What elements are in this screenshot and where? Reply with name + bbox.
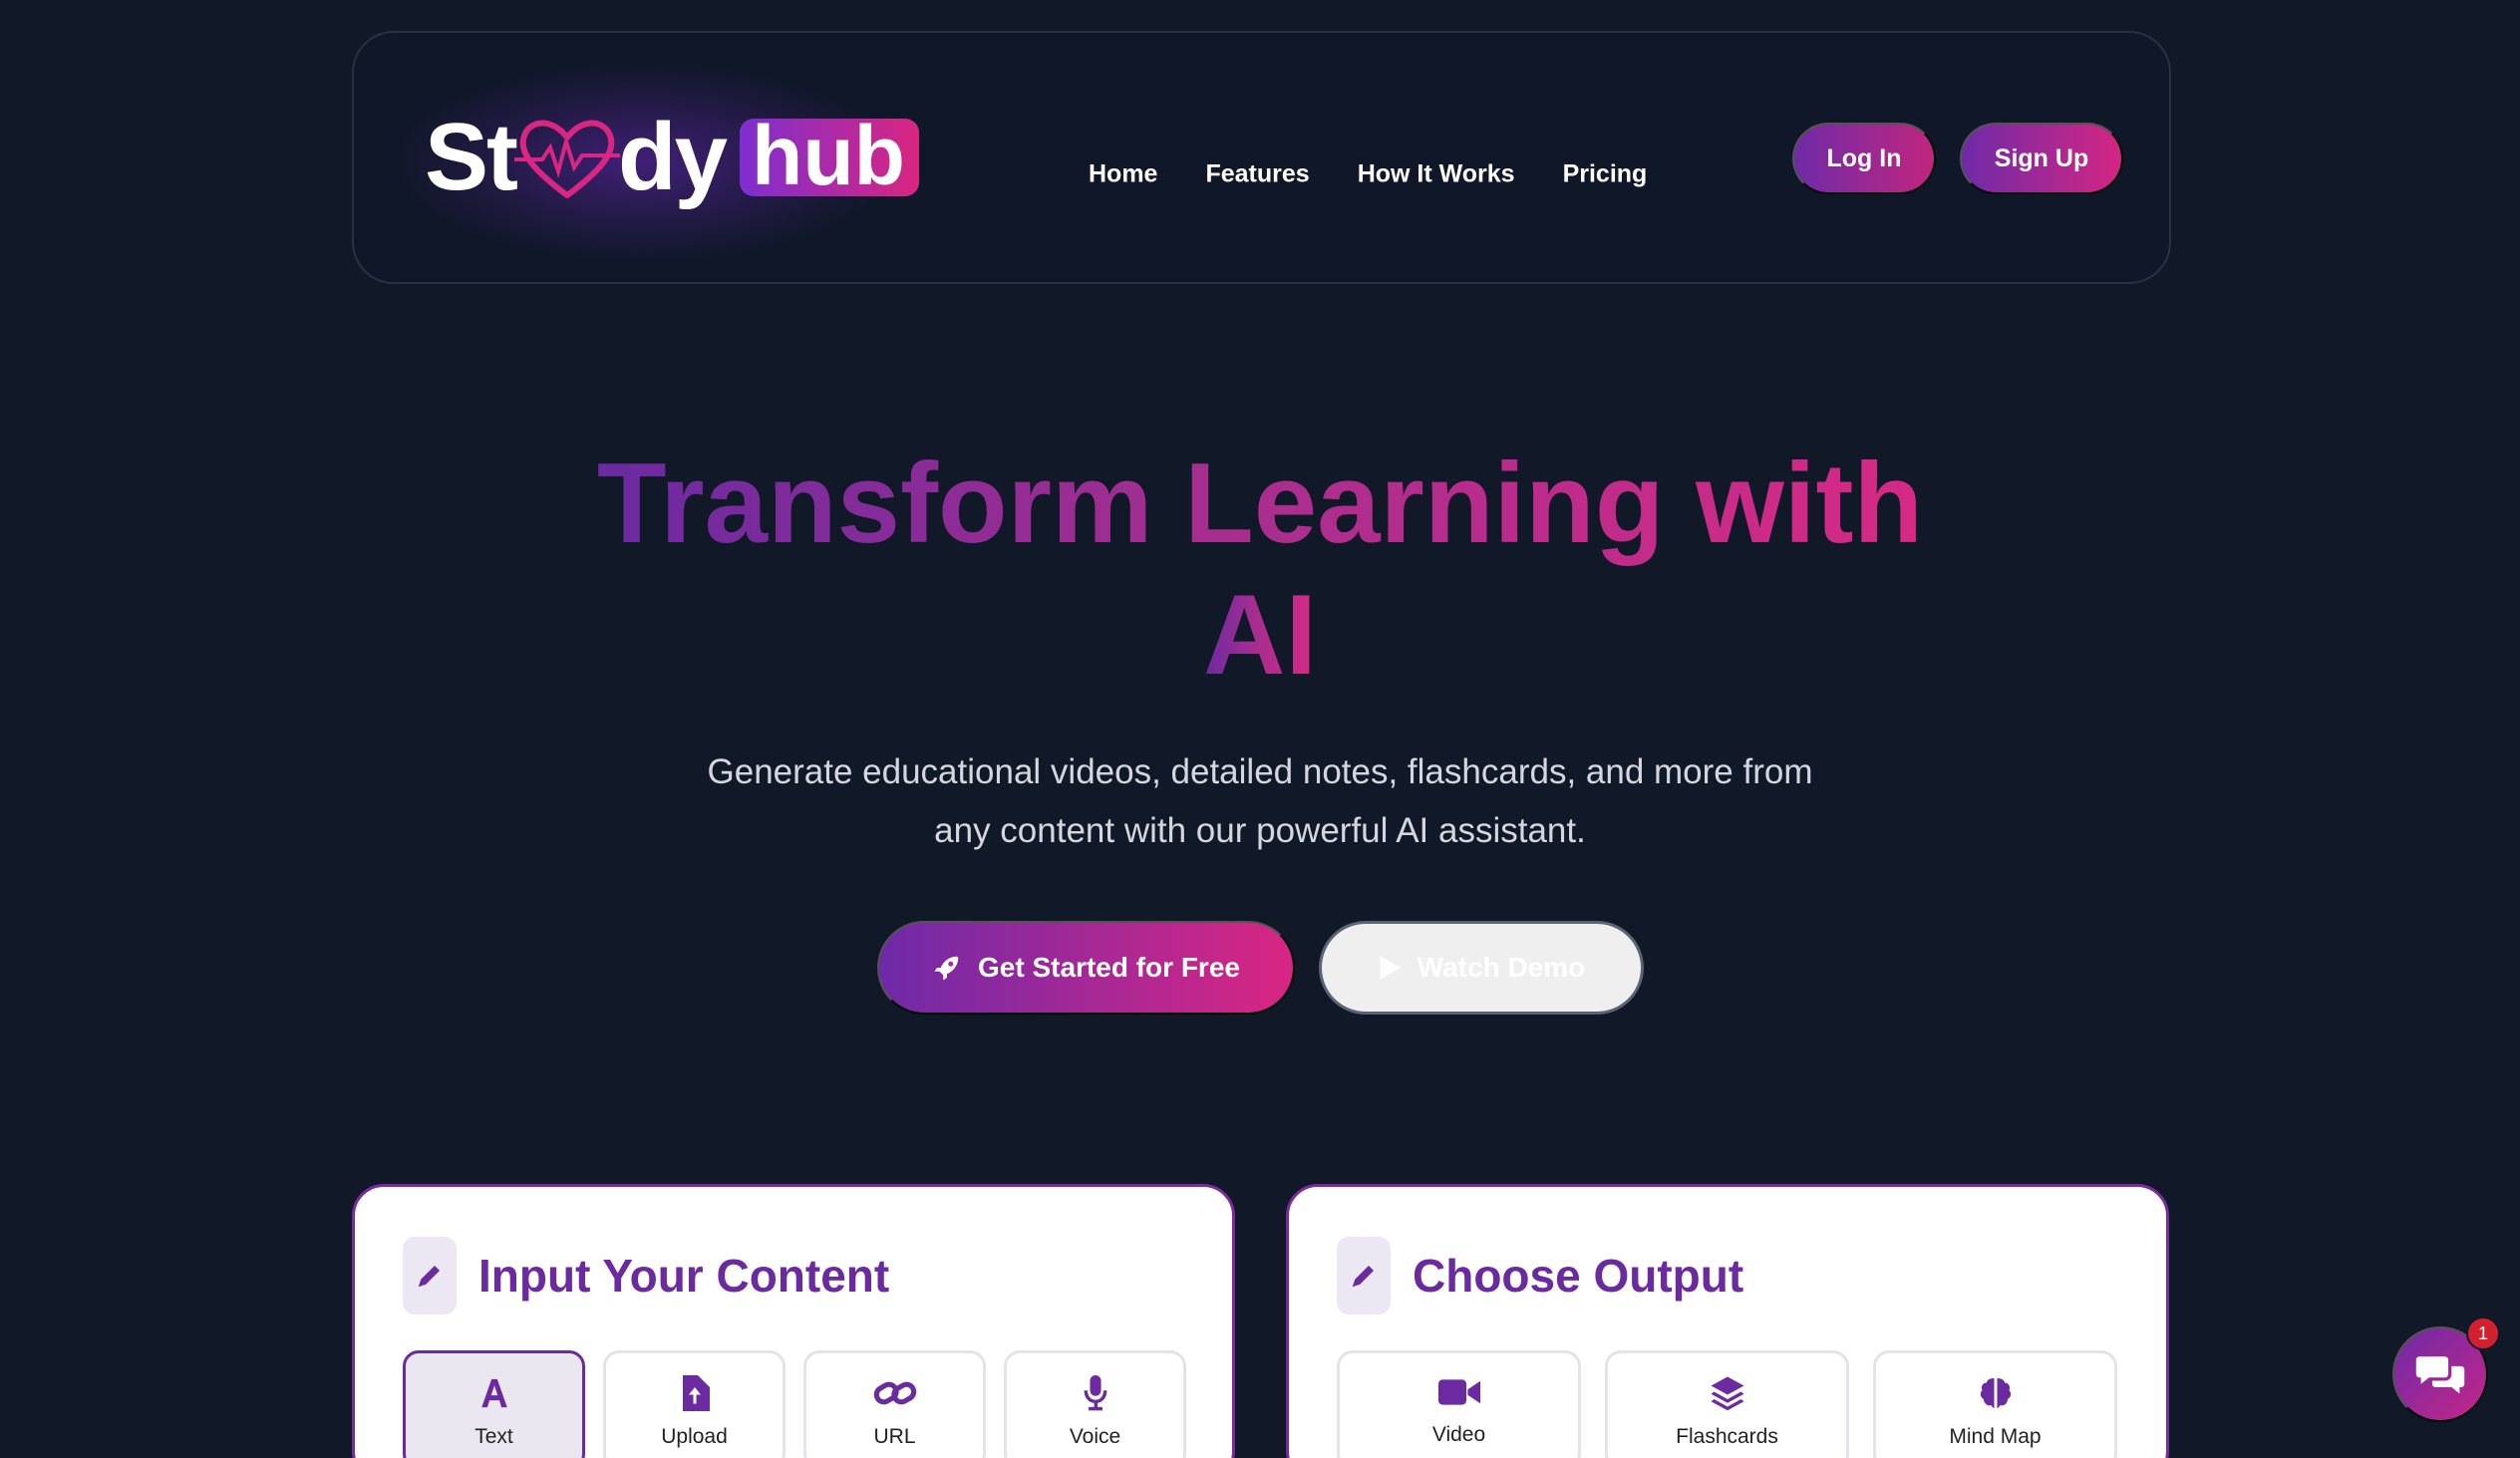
input-option-voice[interactable]: Voice: [1004, 1350, 1186, 1458]
heart-heartbeat-icon: [514, 120, 620, 198]
output-card-title: Choose Output: [1413, 1250, 1744, 1302]
watch-demo-label: Watch Demo: [1417, 952, 1586, 983]
nav-link-home[interactable]: Home: [1089, 160, 1157, 189]
logo-text-st: St: [425, 104, 518, 210]
input-option-text[interactable]: Text: [403, 1350, 585, 1458]
output-option-mind-map[interactable]: Mind Map: [1873, 1350, 2117, 1458]
input-option-label: URL: [873, 1425, 916, 1448]
hero-title: Transform Learning with AI: [0, 438, 2520, 702]
input-option-label: Voice: [1069, 1425, 1121, 1448]
hero-subtitle-line1: Generate educational videos, detailed no…: [707, 752, 1813, 791]
logo-text-dy: dy: [618, 104, 728, 210]
choose-output-card: Choose Output Video Flashcards Mind Map: [1286, 1184, 2169, 1458]
output-option-label: Flashcards: [1676, 1425, 1778, 1448]
get-started-label: Get Started for Free: [978, 952, 1240, 983]
font-icon: [480, 1378, 507, 1408]
input-content-card: Input Your Content Text Upload URL Voice: [352, 1184, 1235, 1458]
microphone-icon: [1084, 1375, 1106, 1411]
video-icon: [1437, 1379, 1480, 1405]
get-started-button[interactable]: Get Started for Free: [877, 921, 1295, 1015]
input-option-label: Upload: [661, 1425, 728, 1448]
output-options: Video Flashcards Mind Map: [1337, 1350, 2117, 1458]
brain-icon: [1980, 1378, 2011, 1408]
input-option-url[interactable]: URL: [803, 1350, 986, 1458]
input-card-title: Input Your Content: [478, 1250, 890, 1302]
hero-subtitle-line2: any content with our powerful AI assista…: [934, 811, 1586, 850]
navbar: St dy hub Home Features How It Works Pri…: [352, 31, 2171, 284]
output-option-label: Mind Map: [1949, 1425, 2042, 1448]
nav-link-features[interactable]: Features: [1205, 160, 1309, 189]
input-option-label: Text: [474, 1425, 513, 1448]
hero-title-line2: AI: [1203, 572, 1317, 699]
pencil-icon: [403, 1237, 457, 1314]
nav-links: Home Features How It Works Pricing: [1089, 160, 1647, 189]
link-icon: [873, 1381, 916, 1405]
chat-notification-badge: 1: [2466, 1316, 2500, 1350]
hero-subtitle: Generate educational videos, detailed no…: [0, 742, 2520, 860]
play-icon: [1380, 956, 1401, 980]
input-card-header: Input Your Content: [403, 1237, 889, 1314]
output-option-flashcards[interactable]: Flashcards: [1605, 1350, 1849, 1458]
login-button[interactable]: Log In: [1792, 123, 1936, 194]
nav-link-pricing[interactable]: Pricing: [1563, 160, 1648, 189]
nav-link-how-it-works[interactable]: How It Works: [1358, 160, 1515, 189]
rocket-icon: [934, 956, 959, 981]
chat-bubbles-icon: [2415, 1356, 2465, 1394]
output-option-label: Video: [1431, 1423, 1486, 1446]
studyhub-logo[interactable]: St dy hub: [425, 108, 919, 207]
signup-button[interactable]: Sign Up: [1960, 123, 2123, 194]
input-option-upload[interactable]: Upload: [603, 1350, 786, 1458]
output-option-video[interactable]: Video: [1337, 1350, 1581, 1458]
hero-title-line1: Transform Learning with: [596, 440, 1924, 567]
watch-demo-button[interactable]: Watch Demo: [1319, 921, 1644, 1015]
file-upload-icon: [682, 1375, 710, 1411]
layers-icon: [1711, 1376, 1743, 1411]
input-options: Text Upload URL Voice: [403, 1350, 1186, 1458]
pencil-icon: [1337, 1237, 1391, 1314]
output-card-header: Choose Output: [1337, 1237, 1743, 1314]
logo-hub-badge: hub: [740, 114, 919, 197]
